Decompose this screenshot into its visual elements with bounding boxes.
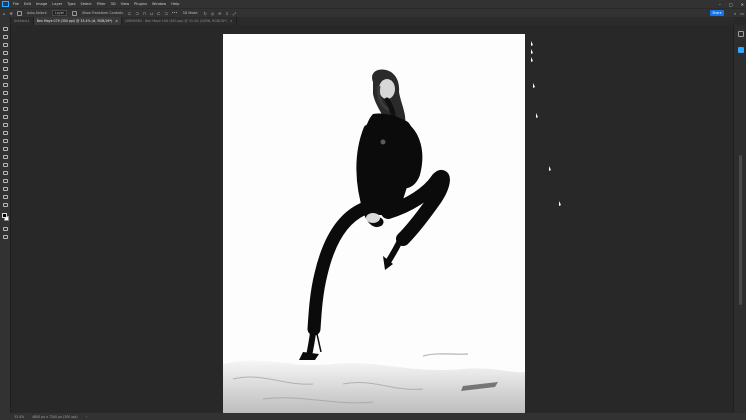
tab-ckrn0563[interactable]: CKRN0563 - Ben Maye 106 (300 ppi) @ 33.4…: [121, 17, 237, 25]
clone-stamp-tool-icon[interactable]: [3, 107, 8, 111]
workspace-icon[interactable]: ▭: [740, 11, 744, 16]
tab-label: CKRN0563 - Ben Maye 106 (300 ppi) @ 33.4…: [124, 19, 227, 23]
move-tool-icon[interactable]: [3, 27, 8, 31]
tab-close-icon[interactable]: ×: [115, 19, 118, 23]
tab-ben-maye-079[interactable]: Ben Maye 079 (300 ppi) @ 33.4% (#, RGB/1…: [33, 17, 122, 25]
eraser-tool-icon[interactable]: [3, 123, 8, 127]
search-icon[interactable]: ⌕: [734, 11, 736, 16]
photoshop-window: File Edit Image Layer Type Select Filter…: [0, 0, 746, 420]
tab-label: Ben Maye 079 (300 ppi) @ 33.4% (#, RGB/1…: [36, 19, 113, 23]
gradient-tool-icon[interactable]: [3, 131, 8, 135]
checkbox-icon[interactable]: [16, 10, 22, 16]
menu-edit[interactable]: Edit: [24, 0, 31, 8]
3d-mode-label: 3D Mode:: [182, 11, 199, 15]
show-transform-label: Show Transform Controls: [81, 11, 124, 15]
canvas-area[interactable]: [11, 25, 733, 413]
auto-select-label: Auto-Select:: [26, 11, 48, 15]
rectangle-tool-icon[interactable]: [3, 179, 8, 183]
maximize-icon[interactable]: □: [729, 2, 733, 7]
photoshop-logo-icon[interactable]: [2, 1, 9, 7]
tools-panel: [0, 17, 11, 413]
foreground-color-swatch[interactable]: [2, 213, 7, 218]
menu-image[interactable]: Image: [36, 0, 47, 8]
more-tools-icon[interactable]: [3, 203, 8, 207]
menu-window[interactable]: Window: [152, 0, 166, 8]
checkbox-icon[interactable]: [71, 10, 77, 16]
blur-tool-icon[interactable]: [3, 139, 8, 143]
quick-mask-icon[interactable]: [3, 227, 8, 231]
type-tool-icon[interactable]: [3, 163, 8, 167]
quick-select-tool-icon[interactable]: [3, 59, 8, 63]
status-arrow-icon[interactable]: ›: [86, 415, 87, 419]
artboard-tool-icon[interactable]: [3, 35, 8, 39]
lasso-tool-icon[interactable]: [3, 51, 8, 55]
dodge-tool-icon[interactable]: [3, 147, 8, 151]
history-brush-tool-icon[interactable]: [3, 115, 8, 119]
hand-tool-icon[interactable]: [3, 187, 8, 191]
options-bar: ⌂ ✥ Auto-Select: Layer Show Transform Co…: [0, 8, 746, 17]
status-bar: 33.4% 4800 px x 7200 px (300 ppi) ›: [0, 413, 746, 420]
tab-untitled[interactable]: Untitled-1: [11, 17, 34, 25]
zoom-tool-icon[interactable]: [3, 195, 8, 199]
path-selection-tool-icon[interactable]: [3, 171, 8, 175]
close-icon[interactable]: ✕: [741, 2, 744, 7]
frame-tool-icon[interactable]: [3, 75, 8, 79]
menu-view[interactable]: View: [121, 0, 130, 8]
document-tabs: Untitled-1 Ben Maye 079 (300 ppi) @ 33.4…: [11, 17, 734, 25]
more-options-button[interactable]: •••: [172, 11, 178, 15]
menu-layer[interactable]: Layer: [52, 0, 62, 8]
menu-plugins[interactable]: Plugins: [134, 0, 147, 8]
menu-select[interactable]: Select: [81, 0, 92, 8]
crop-tool-icon[interactable]: [3, 67, 8, 71]
healing-brush-tool-icon[interactable]: [3, 91, 8, 95]
menu-3d[interactable]: 3D: [111, 0, 116, 8]
document-canvas[interactable]: [223, 34, 525, 413]
screen-mode-icon[interactable]: [3, 235, 8, 239]
vertical-scrollbar[interactable]: [739, 155, 742, 305]
marquee-tool-icon[interactable]: [3, 43, 8, 47]
menu-file[interactable]: File: [13, 0, 19, 8]
pen-tool-icon[interactable]: [3, 155, 8, 159]
menu-bar: File Edit Image Layer Type Select Filter…: [0, 0, 746, 8]
menu-type[interactable]: Type: [67, 0, 75, 8]
panel-collapse-icon[interactable]: [738, 31, 744, 37]
zoom-level[interactable]: 33.4%: [14, 415, 24, 419]
minimize-icon[interactable]: –: [719, 2, 721, 7]
brush-tool-icon[interactable]: [3, 99, 8, 103]
photo-image: [223, 34, 525, 413]
layer-select[interactable]: Layer: [52, 10, 67, 16]
window-controls: – □ ✕: [711, 0, 744, 8]
menu-filter[interactable]: Filter: [97, 0, 106, 8]
eyedropper-tool-icon[interactable]: [3, 83, 8, 87]
share-button[interactable]: Share: [710, 10, 724, 16]
document-info: 4800 px x 7200 px (300 ppi): [32, 414, 78, 419]
tab-label: Untitled-1: [14, 19, 30, 23]
tab-close-icon[interactable]: ×: [230, 19, 233, 23]
panel-toggle-icon[interactable]: [738, 47, 744, 53]
stray-marks: [531, 41, 561, 206]
menu-help[interactable]: Help: [171, 0, 179, 8]
right-panel-dock: [733, 25, 746, 413]
